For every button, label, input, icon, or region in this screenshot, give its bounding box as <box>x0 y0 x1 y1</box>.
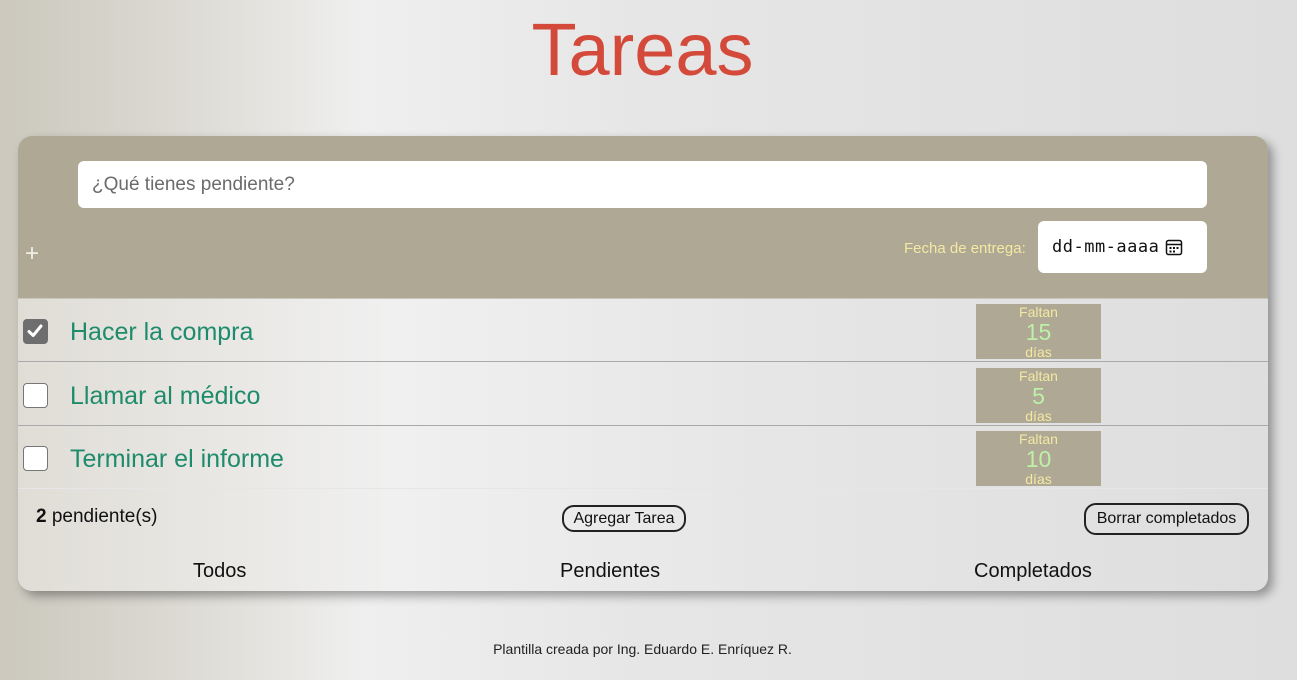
days-prefix: Faltan <box>1019 304 1058 320</box>
days-count: 10 <box>1025 446 1052 472</box>
task-checkbox[interactable] <box>23 319 48 344</box>
days-prefix: Faltan <box>1019 431 1058 447</box>
calendar-icon[interactable] <box>1165 238 1183 256</box>
new-task-input[interactable] <box>78 161 1207 208</box>
pending-counter: 2 pendiente(s) <box>36 506 157 528</box>
task-checkbox[interactable] <box>23 446 48 471</box>
todo-card: + Fecha de entrega: dd-mm-aaaa <box>18 136 1268 591</box>
days-remaining-badge: Faltan 10 días <box>976 431 1101 487</box>
due-date-label: Fecha de entrega: <box>904 240 1026 257</box>
days-suffix: días <box>1025 471 1052 487</box>
days-remaining-badge: Faltan 5 días <box>976 368 1101 424</box>
days-count: 15 <box>1025 319 1052 345</box>
filter-pending[interactable]: Pendientes <box>560 559 660 583</box>
clear-completed-button[interactable]: Borrar completados <box>1084 503 1249 535</box>
task-row: Llamar al médico Faltan 5 días <box>18 363 1268 426</box>
days-remaining-badge: Faltan 15 días <box>976 304 1101 360</box>
task-text[interactable]: Llamar al médico <box>70 381 260 411</box>
app-title: Tareas <box>531 8 754 91</box>
due-date-value: dd-mm-aaaa <box>1052 237 1160 257</box>
new-task-panel: + Fecha de entrega: dd-mm-aaaa <box>18 136 1268 299</box>
filter-completed[interactable]: Completados <box>974 559 1092 583</box>
days-count: 5 <box>1032 383 1045 409</box>
task-row: Hacer la compra Faltan 15 días <box>18 299 1268 362</box>
days-prefix: Faltan <box>1019 368 1058 384</box>
task-row: Terminar el informe Faltan 10 días <box>18 426 1268 489</box>
checkmark-icon <box>27 324 43 337</box>
pending-count: 2 <box>36 506 47 527</box>
days-suffix: días <box>1025 344 1052 360</box>
filter-all[interactable]: Todos <box>193 559 246 583</box>
add-task-button[interactable]: Agregar Tarea <box>562 505 686 532</box>
task-text[interactable]: Terminar el informe <box>70 444 284 474</box>
template-credit: Plantilla creada por Ing. Eduardo E. Enr… <box>493 641 792 657</box>
task-checkbox[interactable] <box>23 383 48 408</box>
pending-label: pendiente(s) <box>51 506 158 527</box>
days-suffix: días <box>1025 408 1052 424</box>
task-text[interactable]: Hacer la compra <box>70 317 253 347</box>
plus-icon[interactable]: + <box>25 240 39 268</box>
due-date-input[interactable]: dd-mm-aaaa <box>1038 221 1207 273</box>
